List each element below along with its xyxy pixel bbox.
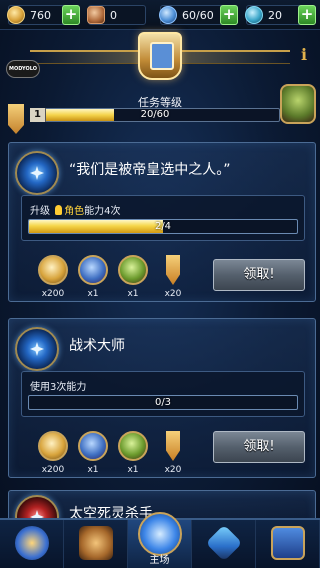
energy-icon bbox=[159, 6, 177, 24]
lightbulb-icon bbox=[55, 205, 63, 215]
quest-objective: 升级 角色能力4次 2/4 bbox=[21, 195, 305, 241]
quest-card: 战术大师 使用3次能力 0/3 x200 x1 x1 x20 领取! bbox=[8, 318, 316, 478]
reward-qty: x20 bbox=[164, 289, 182, 299]
energy-counter: 60/60 + bbox=[159, 5, 238, 25]
add-credits-button[interactable]: + bbox=[62, 5, 80, 25]
objective-progress-text: 2/4 bbox=[154, 221, 172, 232]
objective-highlight: 角色 bbox=[64, 206, 85, 217]
rank-medal-icon bbox=[8, 104, 24, 134]
quest-objective: 使用3次能力 0/3 bbox=[21, 371, 305, 417]
reward-item: x20 bbox=[153, 431, 193, 475]
info-icon[interactable]: i bbox=[298, 46, 310, 64]
objective-text: 升级 角色能力4次 bbox=[30, 202, 121, 217]
green-emblem-icon bbox=[118, 255, 148, 285]
guild-banner-icon bbox=[270, 526, 305, 560]
reward-qty: x1 bbox=[127, 289, 139, 299]
medal-icon bbox=[166, 431, 180, 461]
claim-button[interactable]: 领取! bbox=[213, 259, 305, 291]
medal-icon bbox=[166, 255, 180, 285]
claim-button[interactable]: 领取! bbox=[213, 431, 305, 463]
quest-star-icon bbox=[15, 151, 59, 195]
nav-characters[interactable] bbox=[0, 520, 64, 568]
objective-suffix: 能力4次 bbox=[84, 206, 121, 217]
green-emblem-icon bbox=[118, 431, 148, 461]
add-energy-button[interactable]: + bbox=[220, 5, 238, 25]
objective-progress-text: 0/3 bbox=[154, 397, 172, 408]
quest-title: “我们是被帝皇选中之人。” bbox=[69, 162, 231, 178]
laurel-helmet-icon bbox=[78, 526, 113, 560]
bottom-nav: 主场 bbox=[0, 512, 320, 568]
reward-item: x1 bbox=[113, 431, 153, 475]
reward-list: x200 x1 x1 x20 bbox=[33, 431, 193, 475]
objective-text: 使用3次能力 bbox=[30, 382, 87, 393]
quest-card: “我们是被帝皇选中之人。” 升级 角色能力4次 2/4 x200 x1 x1 x… bbox=[8, 142, 316, 302]
reward-qty: x200 bbox=[41, 465, 65, 475]
energy-value: 60/60 bbox=[182, 8, 214, 22]
chips-counter: 0 bbox=[87, 5, 146, 25]
add-tokens-button[interactable]: + bbox=[298, 5, 316, 25]
reward-item: x1 bbox=[113, 255, 153, 299]
reward-qty: x1 bbox=[87, 465, 99, 475]
reward-item: x1 bbox=[73, 255, 113, 299]
nav-home-label: 主场 bbox=[149, 555, 170, 566]
credit-coin-icon bbox=[7, 6, 25, 24]
nav-battle[interactable] bbox=[192, 520, 256, 568]
tokens-value: 20 bbox=[268, 8, 282, 22]
reward-qty: x1 bbox=[127, 465, 139, 475]
reward-item: x200 bbox=[33, 255, 73, 299]
imperial-emblem-icon bbox=[138, 32, 182, 80]
reward-qty: x200 bbox=[41, 289, 65, 299]
objective-progress-bar: 0/3 bbox=[28, 395, 298, 410]
reward-item: x20 bbox=[153, 255, 193, 299]
nav-guild[interactable] bbox=[256, 520, 320, 568]
reward-qty: x1 bbox=[87, 289, 99, 299]
token-icon bbox=[245, 6, 263, 24]
reward-qty: x20 bbox=[164, 465, 182, 475]
nav-home[interactable]: 主场 bbox=[128, 512, 192, 568]
chips-value: 0 bbox=[110, 8, 117, 22]
reward-list: x200 x1 x1 x20 bbox=[33, 255, 193, 299]
credits-counter: 760 + bbox=[7, 5, 80, 25]
nav-heroes[interactable] bbox=[64, 520, 128, 568]
credits-value: 760 bbox=[30, 8, 51, 22]
sword-icon bbox=[205, 524, 242, 562]
quest-title: 战术大师 bbox=[69, 338, 125, 354]
objective-prefix: 升级 bbox=[30, 206, 50, 217]
gold-skull-icon bbox=[38, 255, 68, 285]
character-icon bbox=[14, 526, 49, 560]
globe-icon bbox=[137, 512, 182, 556]
watermark-logo: MODYOLO bbox=[6, 60, 40, 78]
gold-skull-icon bbox=[38, 431, 68, 461]
reward-chest-icon[interactable] bbox=[280, 84, 316, 124]
reward-item: x200 bbox=[33, 431, 73, 475]
quest-star-icon bbox=[15, 327, 59, 371]
blue-portrait-icon bbox=[78, 255, 108, 285]
tokens-counter: 20 + bbox=[245, 5, 316, 25]
reward-item: x1 bbox=[73, 431, 113, 475]
blue-portrait-icon bbox=[78, 431, 108, 461]
chip-icon bbox=[87, 6, 105, 24]
resource-bar: 760 + 0 60/60 + 20 + bbox=[0, 0, 320, 30]
objective-progress-bar: 2/4 bbox=[28, 219, 298, 234]
rank-progress-text: 20/60 bbox=[140, 109, 170, 120]
